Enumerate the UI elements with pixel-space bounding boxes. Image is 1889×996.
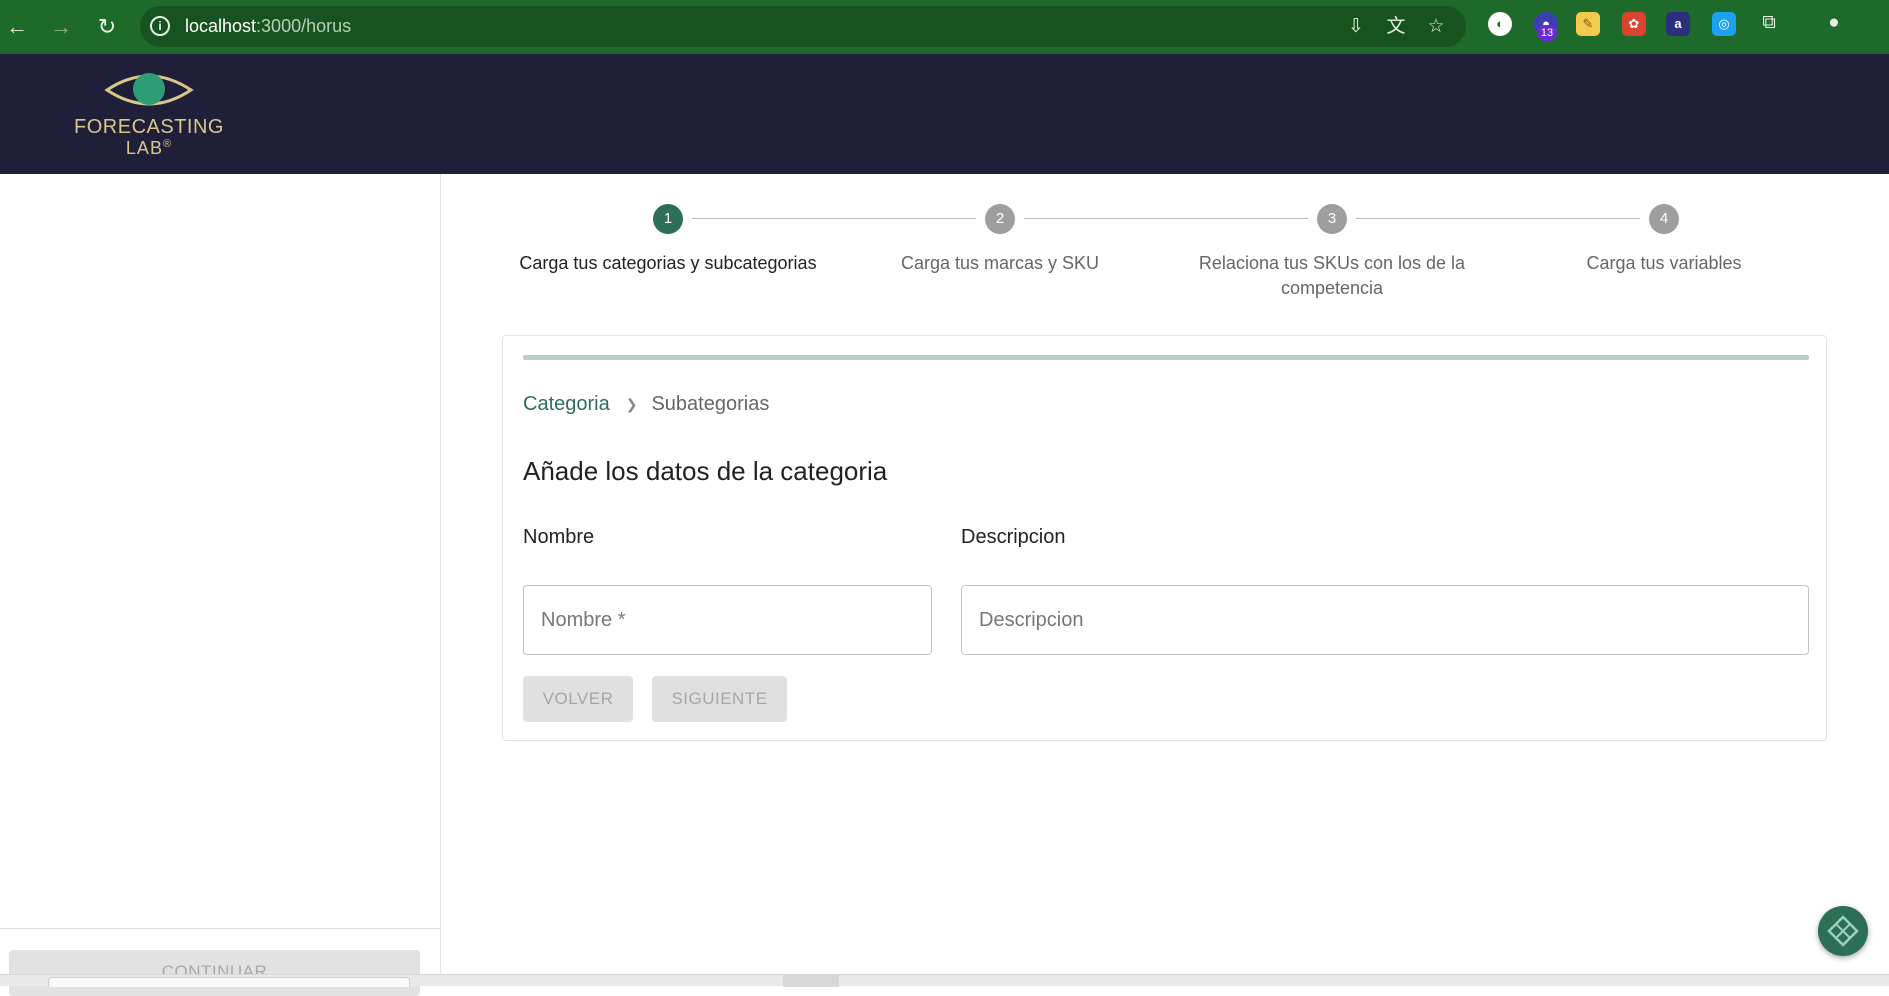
profile-avatar-icon[interactable]: ● <box>1823 12 1845 34</box>
address-bar[interactable]: i localhost:3000/horus ⇩ 文 ☆ <box>140 6 1466 47</box>
extension-icon-1[interactable]: ◐ <box>1488 12 1512 36</box>
step-number-badge: 2 <box>985 204 1015 234</box>
step-1[interactable]: 1 Carga tus categorias y subcategorias <box>502 200 834 276</box>
extension-icon-3[interactable]: ✎ <box>1576 12 1600 36</box>
step-label: Carga tus categorias y subcategorias <box>519 253 817 273</box>
logo-text-lab-word: LAB <box>125 138 163 158</box>
step-number-badge: 1 <box>653 204 683 234</box>
site-info-icon[interactable]: i <box>150 16 170 36</box>
step-number-badge: 4 <box>1649 204 1679 234</box>
step-4[interactable]: 4 Carga tus variables <box>1498 200 1830 276</box>
step-3[interactable]: 3 Relaciona tus SKUs con los de la compe… <box>1166 200 1498 301</box>
back-arrow-icon[interactable]: ← <box>2 12 32 42</box>
logo-text-forecasting: FORECASTING <box>74 116 224 138</box>
sidebar-divider <box>0 928 440 929</box>
eye-logo-icon <box>104 73 194 106</box>
logo-registered-mark: ® <box>162 138 173 150</box>
url-host: localhost <box>185 16 257 36</box>
app-header: FORECASTING LAB® <box>0 54 1889 174</box>
breadcrumb-subcategorias[interactable]: Subategorias <box>651 393 769 415</box>
reload-icon[interactable]: ↻ <box>92 12 122 42</box>
description-label: Descripcion <box>961 526 1066 548</box>
forward-arrow-icon[interactable]: → <box>46 12 76 42</box>
taskbar-active-app[interactable] <box>783 975 839 987</box>
next-button[interactable]: SIGUIENTE <box>652 676 787 722</box>
translate-icon[interactable]: 文 <box>1385 16 1407 38</box>
extension-badge: 13 <box>1537 25 1557 41</box>
extension-icon-5[interactable]: a <box>1666 12 1690 36</box>
category-form-card: Categoria ❯ Subategorias Añade los datos d… <box>502 335 1827 741</box>
step-label: Relaciona tus SKUs con los de la compete… <box>1198 253 1466 298</box>
extension-icon-4[interactable]: ✿ <box>1622 12 1646 36</box>
back-button[interactable]: VOLVER <box>523 676 633 722</box>
sidebar: CONTINUAR <box>0 174 441 996</box>
extensions-puzzle-icon[interactable]: ⧉ <box>1758 12 1780 34</box>
step-label: Carga tus variables <box>1586 253 1742 273</box>
form-progress-bar <box>523 355 1809 360</box>
form-title: Añade los datos de la categoria <box>523 456 888 486</box>
stepper: 1 Carga tus categorias y subcategorias 2… <box>502 200 1827 310</box>
install-app-icon[interactable]: ⇩ <box>1345 16 1367 38</box>
step-label: Carga tus marcas y SKU <box>900 253 1100 273</box>
forecasting-lab-logo[interactable]: FORECASTING LAB® <box>68 68 230 164</box>
step-number-badge: 3 <box>1317 204 1347 234</box>
step-2[interactable]: 2 Carga tus marcas y SKU <box>834 200 1166 276</box>
url-path: :3000/horus <box>256 16 352 36</box>
breadcrumb: Categoria ❯ Subategorias <box>523 393 769 416</box>
chevron-right-icon: ❯ <box>625 396 638 413</box>
browser-toolbar: ← → ↻ i localhost:3000/horus ⇩ 文 ☆ ◐ ● 1… <box>0 0 1889 54</box>
bookmark-star-icon[interactable]: ☆ <box>1425 16 1447 38</box>
breadcrumb-categoria[interactable]: Categoria <box>523 393 610 415</box>
move-arrows-icon <box>1827 915 1859 947</box>
name-label: Nombre <box>523 526 595 548</box>
floating-action-button[interactable] <box>1818 906 1868 956</box>
url-text: localhost:3000/horus <box>185 16 351 37</box>
extension-icon-6[interactable]: ◎ <box>1712 12 1736 36</box>
name-input[interactable] <box>523 585 932 655</box>
logo-text-lab: LAB® <box>68 138 230 159</box>
continue-button[interactable]: CONTINUAR <box>9 950 420 996</box>
description-input[interactable] <box>961 585 1809 655</box>
os-taskbar <box>0 974 1889 987</box>
